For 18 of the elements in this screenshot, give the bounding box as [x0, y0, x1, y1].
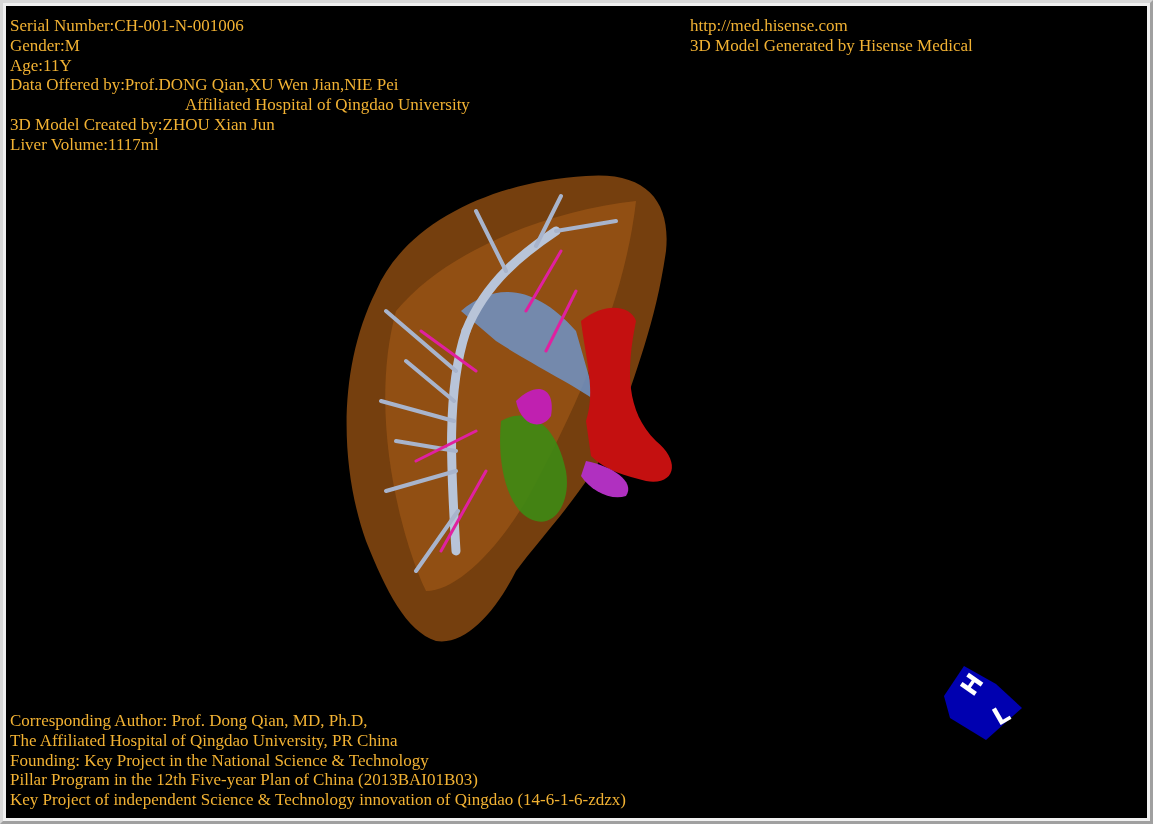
credit-text: Pillar Program in the 12th Five-year Plan of China (2013BAI01B03)	[10, 770, 478, 791]
info-text: Serial Number:CH-001-N-001006	[10, 16, 244, 36]
info-text: Liver Volume:1117ml	[10, 134, 159, 155]
credit-text: Founding: Key Project in the National Science & Technology	[10, 750, 429, 771]
info-text: 3D Model Created by:ZHOU Xian Jun	[10, 115, 275, 135]
orientation-cube[interactable]	[944, 666, 1022, 740]
info-text: Age:11Y	[10, 55, 72, 76]
cube-face-label: L	[987, 699, 1016, 732]
info-text: Data Offered by:Prof.DONG Qian,XU Wen Jian,NIE Pei	[10, 75, 399, 96]
source-text: http://med.hisense.com	[690, 16, 848, 36]
credit-text: Corresponding Author: Prof. Dong Qian, MD, Ph.D,	[10, 711, 368, 731]
info-text: Gender:M	[10, 35, 80, 56]
cube-face-label: H	[955, 668, 990, 701]
source-text: 3D Model Generated by Hisense Medical	[690, 35, 973, 56]
credit-text: The Affiliated Hospital of Qingdao University, PR China	[10, 730, 398, 751]
credit-text: Key Project of independent Science & Technology innovation of Qingdao (14-6-1-6-zdzx)	[10, 790, 626, 810]
info-text: Affiliated Hospital of Qingdao University	[185, 95, 470, 115]
model-viewport[interactable]	[6, 6, 1147, 818]
